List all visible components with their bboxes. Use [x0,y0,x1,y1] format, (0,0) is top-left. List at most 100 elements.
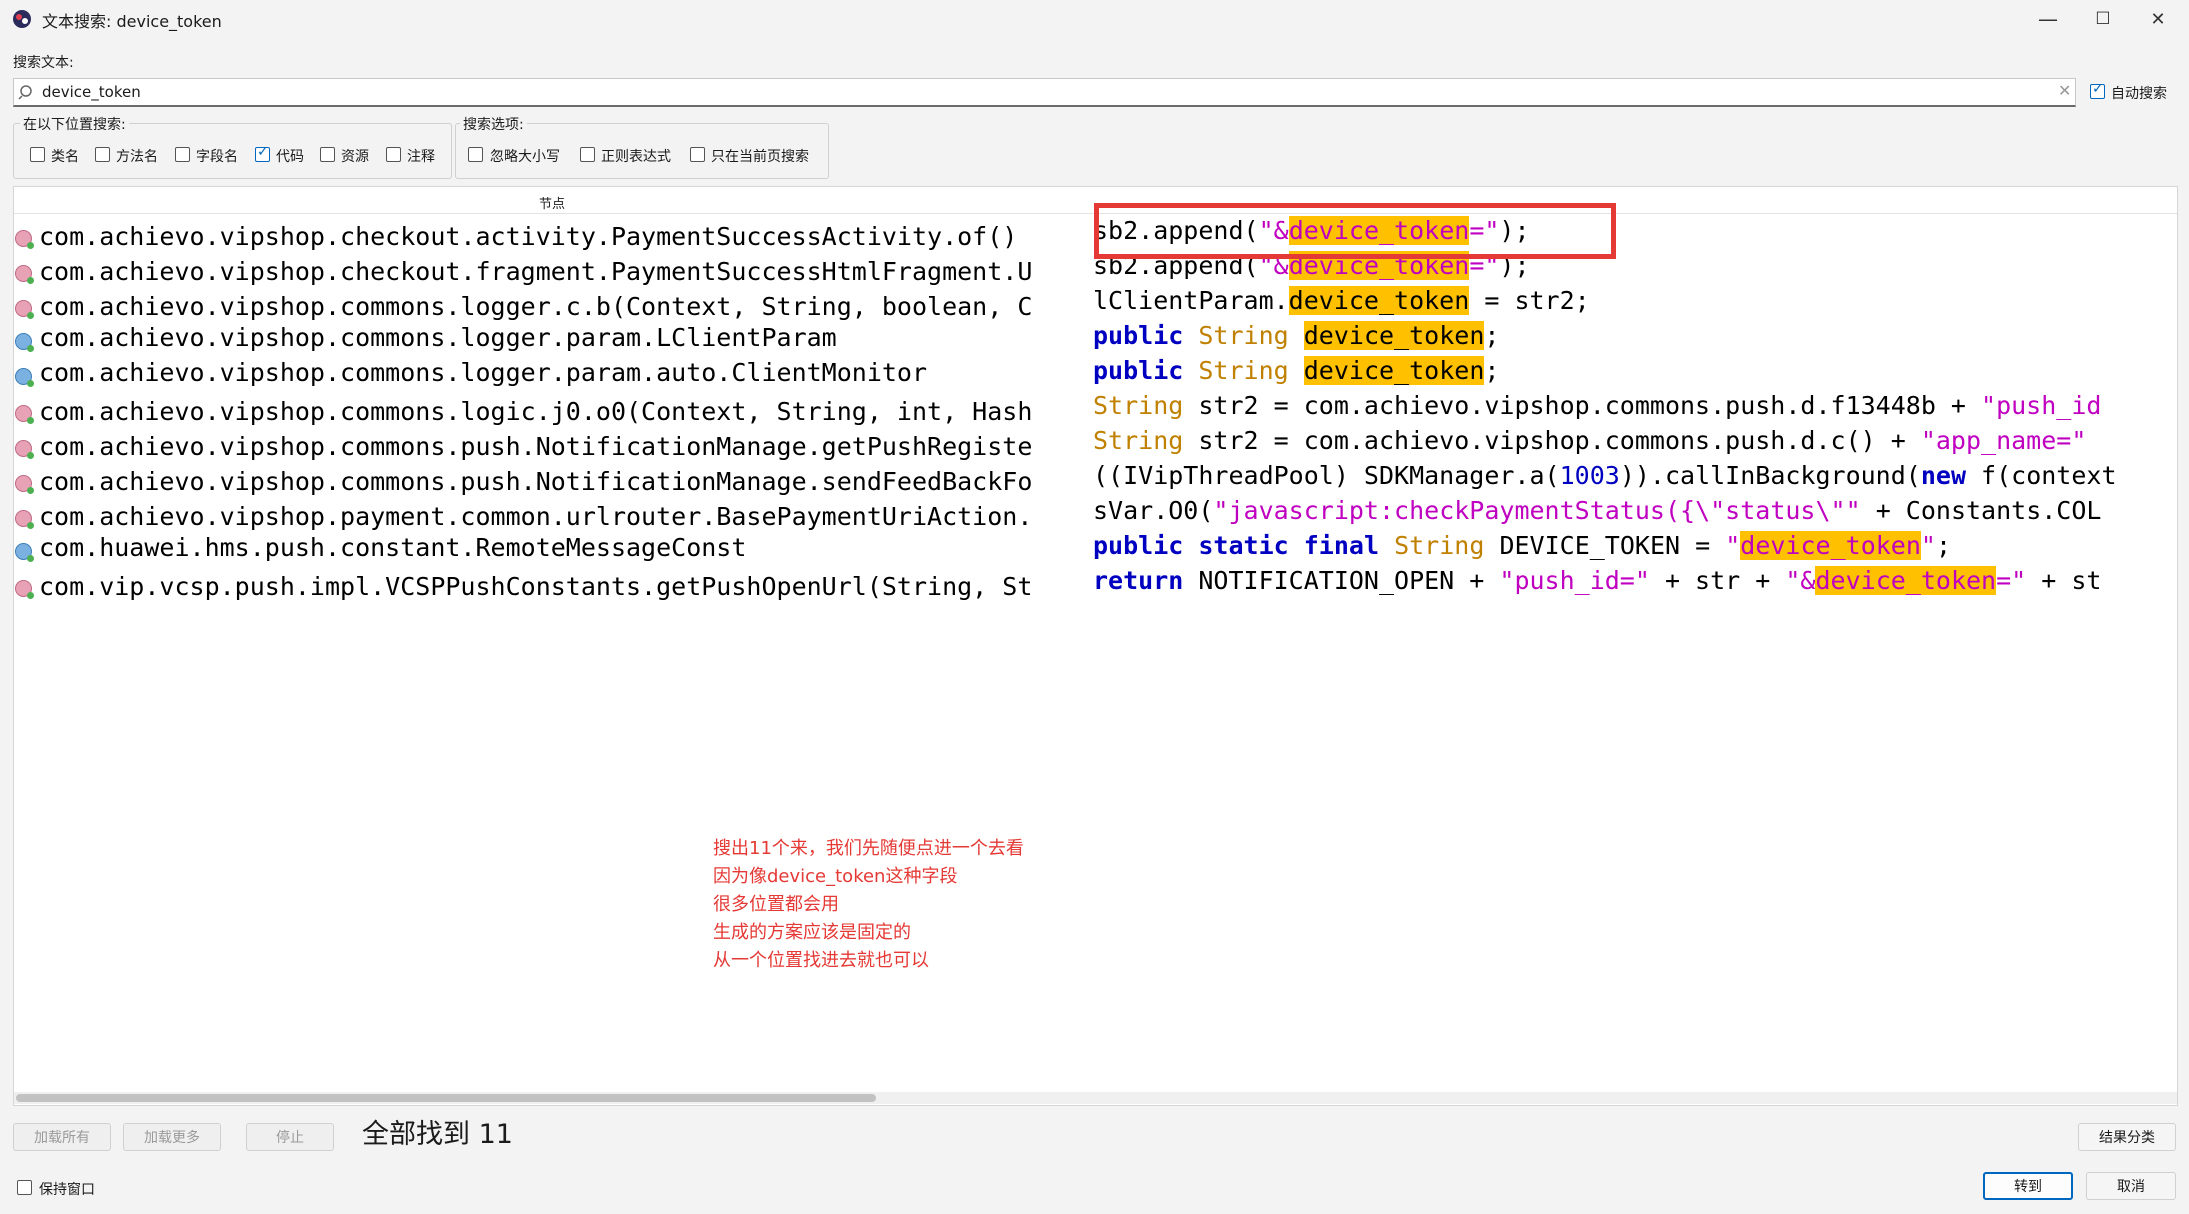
table-row[interactable]: com.huawei.hms.push.constant.RemoteMessa… [13,533,1093,563]
goto-button[interactable]: 转到 [1983,1172,2073,1200]
method-icon [15,475,34,494]
code-string: "javascript:checkPaymentStatus({\"status… [1213,496,1861,525]
row-node: com.achievo.vipshop.payment.common.urlro… [39,502,1033,531]
annotation-line: 生成的方案应该是固定的 [713,922,911,943]
table-row[interactable]: com.achievo.vipshop.payment.common.urlro… [13,502,1093,532]
checkbox-ignore-case[interactable] [468,147,483,162]
row-node: com.achievo.vipshop.commons.logger.param… [39,323,837,352]
auto-search-checkbox[interactable] [2090,81,2105,99]
checkbox-class-name[interactable] [30,147,45,162]
load-all-button[interactable]: 加载所有 [13,1123,111,1151]
code-string: "push_id [1981,391,2102,420]
code-line[interactable]: public String device_token; [1093,321,2175,350]
code-line[interactable]: lClientParam.device_token = str2; [1093,286,2175,315]
annotation-line: 因为像device_token这种字段 [713,866,958,887]
checkbox-regex[interactable] [580,147,595,162]
checkbox-resource[interactable] [320,147,335,162]
code-number: 1003 [1559,461,1620,490]
label-class-name: 类名 [51,149,79,165]
class-icon [15,543,34,562]
table-row[interactable]: com.achievo.vipshop.commons.logger.param… [13,358,1093,388]
title-bar: 文本搜索: device_token — ☐ ✕ [0,0,2189,38]
checkbox-code[interactable] [255,144,270,162]
code-line[interactable]: public static final String DEVICE_TOKEN … [1093,531,2175,560]
method-icon [15,300,34,319]
cancel-button[interactable]: 取消 [2086,1172,2176,1200]
code-token: )).callInBackground( [1619,461,1921,490]
annotation-red-box [1094,203,1616,259]
code-line[interactable]: public String device_token; [1093,356,2175,385]
table-row[interactable]: com.vip.vcsp.push.impl.VCSPPushConstants… [13,572,1093,602]
table-row[interactable]: com.achievo.vipshop.commons.push.Notific… [13,467,1093,497]
code-string: "push_id=" [1499,566,1650,595]
code-type: String [1198,356,1289,385]
annotation-line: 搜出11个来，我们先随便点进一个去看 [713,838,1024,859]
row-node: com.achievo.vipshop.commons.push.Notific… [39,432,1033,461]
row-node: com.vip.vcsp.push.impl.VCSPPushConstants… [39,572,1033,601]
code-token: sVar.O0( [1093,496,1214,525]
code-type: String [1093,391,1184,420]
horizontal-scrollbar[interactable] [14,1092,2177,1104]
group-results-button[interactable]: 结果分类 [2078,1123,2176,1151]
code-keyword: public [1093,321,1184,350]
code-token: + str + [1649,566,1786,595]
search-icon [18,85,32,100]
code-line[interactable]: String str2 = com.achievo.vipshop.common… [1093,391,2175,420]
method-icon [15,580,34,599]
label-regex: 正则表达式 [601,149,671,165]
close-button[interactable]: ✕ [2131,0,2185,38]
table-row[interactable]: com.achievo.vipshop.commons.logger.param… [13,323,1093,353]
auto-search-label: 自动搜索 [2111,86,2167,102]
checkbox-comment[interactable] [386,147,401,162]
code-string: " [1920,531,1936,560]
row-node: com.achievo.vipshop.commons.logger.param… [39,358,928,387]
code-match-highlight: device_token [1740,531,1921,560]
code-line[interactable]: ((IVipThreadPool) SDKManager.a(1003)).ca… [1093,461,2175,490]
table-row[interactable]: com.achievo.vipshop.commons.push.Notific… [13,432,1093,462]
code-keyword: new [1920,461,1966,490]
code-line[interactable]: sVar.O0("javascript:checkPaymentStatus({… [1093,496,2175,525]
row-node: com.achievo.vipshop.checkout.activity.Pa… [39,222,1018,251]
code-token: + st [2026,566,2102,595]
table-row[interactable]: com.achievo.vipshop.checkout.fragment.Pa… [13,257,1093,287]
code-token: lClientParam. [1093,286,1289,315]
code-token: NOTIFICATION_OPEN + [1183,566,1500,595]
label-method-name: 方法名 [116,149,158,165]
code-token: ; [1935,531,1952,560]
code-string: "& [1785,566,1816,595]
code-keyword: public [1093,356,1184,385]
method-icon [15,265,34,284]
annotation-line: 很多位置都会用 [713,894,839,915]
code-line[interactable]: return NOTIFICATION_OPEN + "push_id=" + … [1093,566,2175,595]
table-row[interactable]: com.achievo.vipshop.commons.logger.c.b(C… [13,292,1093,322]
checkbox-current-page[interactable] [690,147,705,162]
checkbox-field-name[interactable] [175,147,190,162]
app-icon [13,10,31,28]
search-location-title: 在以下位置搜索: [20,114,129,134]
table-row[interactable]: com.achievo.vipshop.checkout.activity.Pa… [13,222,1093,252]
column-header-node: 节点 [539,197,566,212]
code-type: String [1394,531,1485,560]
stop-button[interactable]: 停止 [246,1123,334,1151]
minimize-button[interactable]: — [2021,0,2075,38]
scrollbar-thumb[interactable] [16,1094,876,1102]
table-row[interactable]: com.achievo.vipshop.commons.logic.j0.o0(… [13,397,1093,427]
label-code: 代码 [276,149,304,165]
code-string: "app_name=" [1920,426,2087,455]
code-token: str2 = com.achievo.vipshop.commons.push.… [1183,391,1982,420]
code-string: =" [1996,566,2027,595]
code-line[interactable]: String str2 = com.achievo.vipshop.common… [1093,426,2175,455]
maximize-button[interactable]: ☐ [2076,0,2130,38]
label-comment: 注释 [407,149,435,165]
keep-window-checkbox[interactable] [17,1180,32,1195]
code-token: = str2; [1469,286,1590,315]
search-input[interactable]: device_token ✕ [13,78,2076,107]
load-more-button[interactable]: 加载更多 [123,1123,221,1151]
clear-icon[interactable]: ✕ [2058,81,2071,100]
checkbox-method-name[interactable] [95,147,110,162]
